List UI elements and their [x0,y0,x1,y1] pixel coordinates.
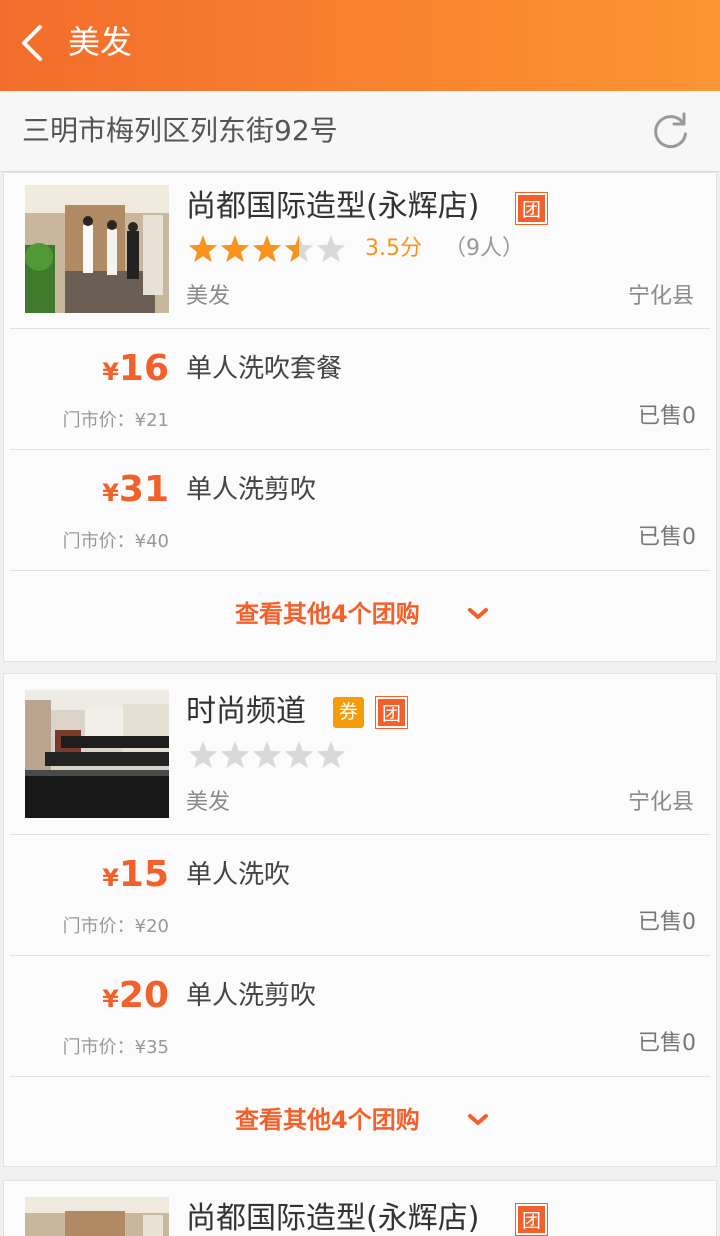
shop-photo [25,185,169,313]
shop-photo [25,1197,169,1236]
shop-card[interactable]: 尚都国际造型(永辉店) 团 [3,1180,717,1236]
sold-count: 已售0 [638,1031,696,1056]
rating-stars [188,235,346,263]
deal-name: 单人洗剪吹 [186,981,317,1011]
sold-count: 已售0 [638,525,696,550]
star-icon [220,235,250,263]
shop-region: 宁化县 [627,790,694,815]
star-icon [252,741,282,769]
deal-item[interactable]: ¥16 单人洗吹套餐 门市价：¥21 已售0 [4,329,716,449]
deal-item[interactable]: ¥15 单人洗吹 门市价：¥20 已售0 [4,835,716,955]
star-icon [188,741,218,769]
sold-count: 已售0 [638,404,696,429]
rating-score: 3.5分 [365,236,422,261]
rating-count: （9人） [444,236,524,261]
star-icon [316,741,346,769]
star-icon [284,235,314,263]
view-more-deals-button[interactable]: 查看其他4个团购 [4,571,716,661]
page-title: 美发 [68,23,133,61]
star-icon [252,235,282,263]
deal-name: 单人洗吹套餐 [186,354,343,384]
deal-price: ¥31 [102,469,169,510]
chevron-down-icon [468,1114,488,1125]
chevron-left-icon [22,25,42,61]
original-price: 门市价：¥35 [62,1037,169,1058]
original-price: 门市价：¥40 [62,531,169,552]
shop-name: 尚都国际造型(永辉店) [186,1201,480,1236]
group-buy-badge: 团 [515,1203,548,1236]
original-price: 门市价：¥20 [62,916,169,937]
star-icon [220,741,250,769]
shop-category: 美发 [186,790,231,815]
star-icon [284,741,314,769]
deal-price: ¥16 [102,348,169,389]
sold-count: 已售0 [638,910,696,935]
deal-price: ¥15 [102,854,169,895]
app-header: 美发 [0,0,720,91]
original-price: 门市价：¥21 [62,410,169,431]
star-icon [188,235,218,263]
view-more-deals-button[interactable]: 查看其他4个团购 [4,1077,716,1166]
shop-card[interactable]: 尚都国际造型(永辉店) 团 3.5分 （9人） 美发 宁化县 ¥16 单人洗吹套… [3,172,717,662]
shop-region: 宁化县 [627,284,694,309]
rating-stars [188,741,346,769]
star-icon [316,235,346,263]
deal-name: 单人洗剪吹 [186,475,317,505]
shop-category: 美发 [186,284,231,309]
refresh-icon [654,112,687,149]
deal-item[interactable]: ¥31 单人洗剪吹 门市价：¥40 已售0 [4,450,716,570]
deal-price: ¥20 [102,975,169,1016]
group-buy-badge: 团 [375,696,408,729]
view-more-label: 查看其他4个团购 [235,1106,420,1134]
chevron-down-icon [468,608,488,619]
refresh-location-button[interactable] [650,110,692,152]
shop-photo [25,690,169,818]
current-address: 三明市梅列区列东街92号 [22,114,338,147]
shop-name: 尚都国际造型(永辉店) [186,189,480,224]
deal-item[interactable]: ¥20 单人洗剪吹 门市价：¥35 已售0 [4,956,716,1076]
group-buy-badge: 团 [515,192,548,225]
shop-name: 时尚频道 [186,694,306,729]
back-button[interactable] [14,20,54,66]
view-more-label: 查看其他4个团购 [235,600,420,628]
location-bar: 三明市梅列区列东街92号 [0,91,720,172]
deal-name: 单人洗吹 [186,860,291,890]
shop-card[interactable]: 时尚频道 券 团 美发 宁化县 ¥15 单人洗吹 门市价：¥20 已售0 ¥20… [3,673,717,1167]
voucher-badge: 券 [333,697,364,728]
